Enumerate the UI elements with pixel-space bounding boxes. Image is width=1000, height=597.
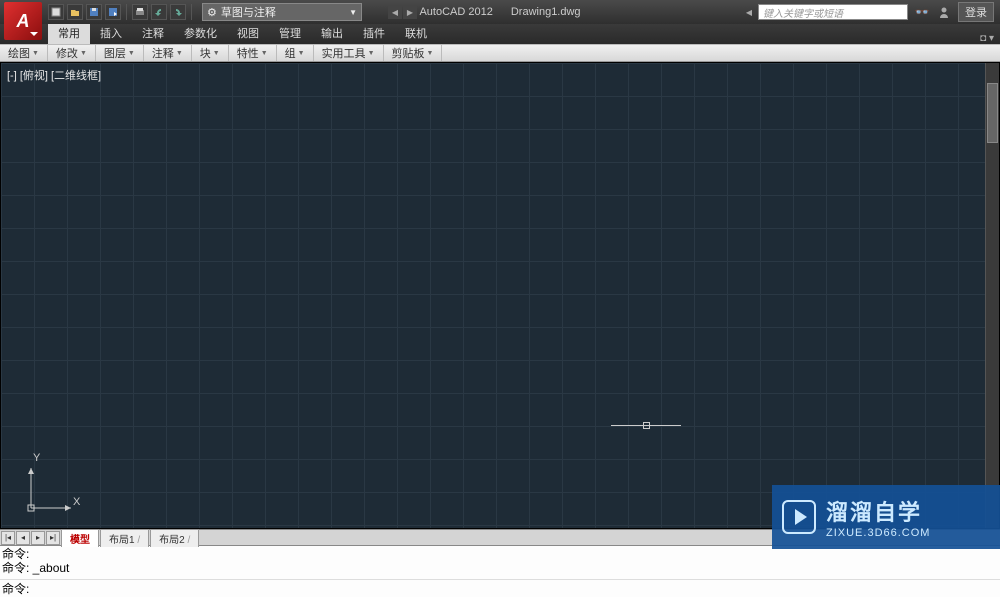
panel-modify[interactable]: 修改▼ [48,45,96,61]
tab-last-icon[interactable]: ▸| [46,531,60,545]
command-input[interactable]: 命令: [0,580,1000,596]
tab-home[interactable]: 常用 [48,22,90,44]
tab-online[interactable]: 联机 [395,22,437,44]
tab-next-icon[interactable]: ▸ [31,531,45,545]
ribbon-controls: ◘ ▾ [980,33,1000,44]
panel-annotation[interactable]: 注释▼ [144,45,192,61]
command-history[interactable]: 命令: 命令: _about [0,546,1000,580]
panel-groups[interactable]: 组▼ [277,45,314,61]
watermark-url: ZIXUE.3D66.COM [826,527,930,539]
panel-block[interactable]: 块▼ [192,45,229,61]
tab-manage[interactable]: 管理 [269,22,311,44]
viewport-label[interactable]: [-] [俯视] [二维线框] [7,67,101,83]
redo-icon[interactable] [170,4,186,20]
scrollbar-thumb[interactable] [987,83,998,143]
ribbon-tabs: 常用 插入 注释 参数化 视图 管理 输出 插件 联机 ◘ ▾ [0,24,1000,44]
file-name: Drawing1.dwg [511,6,581,18]
app-menu-button[interactable]: A [4,2,42,40]
tab-output[interactable]: 输出 [311,22,353,44]
quick-access-toolbar [48,4,194,20]
watermark-text: 溜溜自学 ZIXUE.3D66.COM [826,495,930,539]
grid [1,63,999,528]
tab-parametric[interactable]: 参数化 [174,22,227,44]
layout-tab-layout1[interactable]: 布局1 / [100,529,149,547]
panel-draw[interactable]: 绘图▼ [0,45,48,61]
layout-tab-layout2[interactable]: 布局2 / [150,529,199,547]
tab-insert[interactable]: 插入 [90,22,132,44]
play-icon [782,500,816,534]
save-icon[interactable] [86,4,102,20]
ucs-icon: X Y [23,456,83,516]
ribbon-panels: 绘图▼ 修改▼ 图层▼ 注释▼ 块▼ 特性▼ 组▼ 实用工具▼ 剪贴板▼ [0,44,1000,62]
login-button[interactable]: 登录 [958,2,994,22]
new-icon[interactable] [48,4,64,20]
layout-tab-model[interactable]: 模型 [61,529,99,547]
cmd-line: 命令: [2,547,998,561]
title-nav: ◀ ▶ [388,5,417,19]
tab-annotate[interactable]: 注释 [132,22,174,44]
gear-icon: ⚙ [207,6,217,19]
panel-properties[interactable]: 特性▼ [229,45,277,61]
panel-clipboard[interactable]: 剪贴板▼ [384,45,443,61]
search-input[interactable]: 键入关键字或短语 [758,4,908,20]
separator [126,4,127,20]
nav-next-icon[interactable]: ▶ [403,5,417,19]
workspace-label: 草图与注释 [221,4,276,20]
watermark-name: 溜溜自学 [826,495,930,527]
tab-first-icon[interactable]: |◂ [1,531,15,545]
watermark: 溜溜自学 ZIXUE.3D66.COM [772,485,1000,549]
title-text: AutoCAD 2012 Drawing1.dwg [419,6,580,18]
workspace-dropdown[interactable]: ⚙ 草图与注释 ▼ [202,3,362,21]
chevron-down-icon: ▼ [349,8,357,17]
separator [191,4,192,20]
cmd-line: 命令: _about [2,561,998,575]
app-name: AutoCAD 2012 [419,6,492,18]
tab-view[interactable]: 视图 [227,22,269,44]
open-icon[interactable] [67,4,83,20]
panel-utilities[interactable]: 实用工具▼ [314,45,384,61]
chevron-left-icon[interactable]: ◀ [746,8,752,17]
user-icon[interactable] [936,4,952,20]
nav-prev-icon[interactable]: ◀ [388,5,402,19]
command-prompt: 命令: [2,580,29,597]
print-icon[interactable] [132,4,148,20]
vertical-scrollbar[interactable] [985,63,999,528]
panel-layers[interactable]: 图层▼ [96,45,144,61]
tab-plugins[interactable]: 插件 [353,22,395,44]
undo-icon[interactable] [151,4,167,20]
binoculars-icon[interactable]: 👓 [914,4,930,20]
drawing-area[interactable]: [-] [俯视] [二维线框] X Y [0,62,1000,529]
tab-prev-icon[interactable]: ◂ [16,531,30,545]
ucs-x-label: X [73,496,80,508]
ucs-y-label: Y [33,452,40,464]
title-bar: A ⚙ 草图与注释 ▼ ◀ ▶ AutoCAD 2012 Drawing1.dw… [0,0,1000,24]
title-right: ◀ 键入关键字或短语 👓 登录 [746,2,994,22]
command-window: 命令: 命令: _about 命令: [0,545,1000,597]
saveas-icon[interactable] [105,4,121,20]
ribbon-expand-icon[interactable]: ◘ ▾ [980,33,994,44]
